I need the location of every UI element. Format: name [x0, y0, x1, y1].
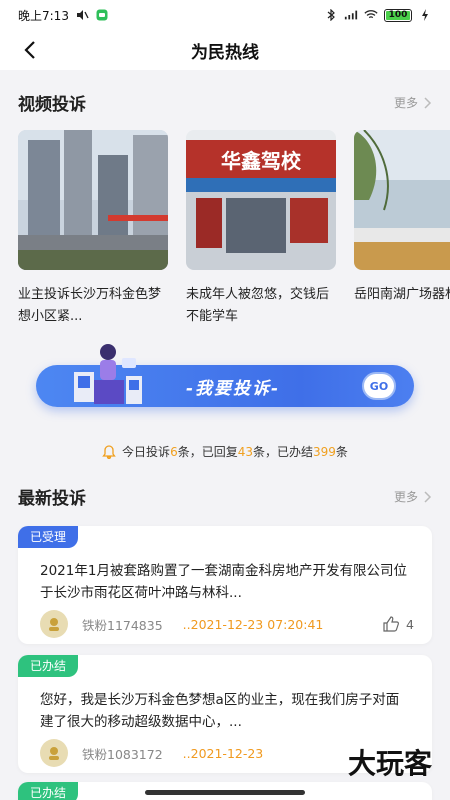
status-badge: 已办结: [18, 782, 79, 800]
svg-text:华鑫驾校: 华鑫驾校: [221, 149, 302, 173]
latest-section-header: 最新投诉 更多: [0, 484, 450, 509]
page-title: 为民热线: [191, 42, 259, 63]
video-section-title: 视频投诉: [18, 95, 86, 115]
stats-unit2: 条，已办结: [253, 445, 314, 459]
home-indicator[interactable]: [145, 790, 305, 795]
replied-count: 43: [237, 445, 253, 459]
video-thumbnail-storefront: 华鑫驾校: [186, 130, 336, 270]
bell-icon: [102, 444, 116, 459]
avatar: [40, 610, 68, 638]
video-thumbnail-lake: [354, 130, 450, 270]
watermark: 大玩客: [347, 747, 432, 780]
app-notification-icon: [95, 9, 109, 21]
battery-level: 100: [388, 9, 408, 20]
video-title: 未成年人被忽悠，交钱后不能学车: [186, 287, 330, 324]
back-button[interactable]: [14, 34, 46, 66]
complaints-count: 6: [170, 445, 178, 459]
done-count: 399: [313, 445, 336, 459]
mute-icon: [75, 9, 89, 21]
thumbs-up-icon: [383, 616, 400, 632]
complaint-footer: 铁粉1174835 ..2021-12-23 07:20:41 4: [40, 610, 414, 638]
video-card[interactable]: 业主投诉长沙万科金色梦想小区紧...: [18, 130, 168, 330]
more-label: 更多: [393, 490, 418, 504]
today-stats: 今日投诉6条，已回复43条，已办结399条: [0, 443, 450, 460]
stats-prefix: 今日投诉: [122, 445, 171, 459]
wifi-icon: [364, 9, 378, 21]
complaint-body: 2021年1月被套路购置了一套湖南金科房地产开发有限公司位于长沙市雨花区荷叶冲路…: [40, 563, 407, 601]
more-label: 更多: [393, 96, 418, 110]
battery-icon: 100: [384, 8, 412, 22]
user-name: 铁粉1083172: [82, 746, 163, 762]
stats-unit3: 条: [335, 445, 348, 459]
status-bar: 晚上7:13 100: [0, 0, 450, 30]
video-title: 岳阳南湖广场器材缺失: [354, 287, 450, 302]
status-badge: 已办结: [18, 655, 79, 677]
video-list: 业主投诉长沙万科金色梦想小区紧... 华鑫驾校 未成年人被忽悠，交钱后不能学车: [18, 130, 450, 330]
latest-more-link[interactable]: 更多: [394, 488, 432, 505]
charging-icon: [418, 9, 432, 21]
bluetooth-icon: [324, 9, 338, 21]
video-thumbnail-buildings: [18, 130, 168, 270]
like-count: 4: [406, 616, 414, 632]
like-button[interactable]: 4: [382, 616, 414, 632]
chevron-left-icon: [24, 41, 35, 59]
stats-unit1: 条，已回复: [177, 445, 238, 459]
avatar: [40, 739, 68, 767]
video-title: 业主投诉长沙万科金色梦想小区紧...: [18, 287, 162, 324]
video-card[interactable]: 华鑫驾校 未成年人被忽悠，交钱后不能学车: [186, 130, 336, 330]
chevron-right-icon: [424, 490, 432, 503]
nav-bar: 为民热线: [0, 30, 450, 70]
status-time: 晚上7:13: [18, 8, 69, 23]
complaint-time: ..2021-12-23 07:20:41: [182, 616, 324, 632]
latest-section-title: 最新投诉: [18, 489, 86, 509]
user-name: 铁粉1174835: [82, 617, 163, 633]
video-section-header: 视频投诉 更多: [0, 90, 450, 115]
reception-illustration: [36, 340, 156, 410]
complaint-time: ..2021-12-23: [182, 745, 264, 761]
complaint-body: 您好，我是长沙万科金色梦想a区的业主，现在我们房子对面建了很大的移动超级数据中心…: [40, 692, 400, 730]
file-complaint-label: -我要投诉-: [186, 379, 281, 399]
video-more-link[interactable]: 更多: [394, 94, 432, 111]
complaint-card[interactable]: 已受理 2021年1月被套路购置了一套湖南金科房地产开发有限公司位于长沙市雨花区…: [18, 526, 432, 644]
chevron-right-icon: [424, 96, 432, 109]
go-button[interactable]: GO: [362, 372, 396, 400]
signal-icon: [344, 9, 358, 21]
status-badge: 已受理: [18, 526, 79, 548]
video-card[interactable]: 岳阳南湖广场器材缺失: [354, 130, 450, 330]
